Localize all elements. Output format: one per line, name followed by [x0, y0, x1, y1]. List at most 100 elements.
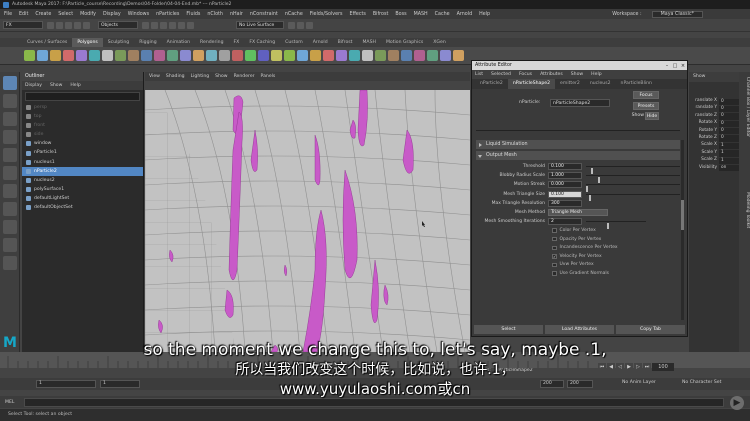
- menu-create[interactable]: Create: [35, 12, 51, 17]
- shelf-tool-icon[interactable]: [349, 50, 360, 61]
- shelf-tab-xgen[interactable]: XGen: [428, 38, 450, 47]
- channel-value[interactable]: 1: [719, 157, 739, 165]
- shelf-tab-rigging[interactable]: Rigging: [134, 38, 161, 47]
- channel-box-show-menu[interactable]: Show: [689, 72, 739, 82]
- outliner-layout-icon[interactable]: [3, 238, 17, 252]
- channel-value[interactable]: 1: [719, 142, 739, 150]
- lasso-tool-icon[interactable]: [3, 94, 17, 108]
- checkbox-velocity-per-vertex[interactable]: ✓: [552, 254, 557, 259]
- open-scene-icon[interactable]: [56, 21, 63, 29]
- shelf-tool-icon[interactable]: [258, 50, 269, 61]
- character-set-dropdown[interactable]: No Character Set: [680, 380, 742, 388]
- threshold-field[interactable]: 0.100: [548, 163, 582, 171]
- outliner-item-side[interactable]: side: [22, 130, 143, 139]
- snap-grid-icon[interactable]: [169, 21, 176, 29]
- shelf-tab-fx-caching[interactable]: FX Caching: [244, 38, 280, 47]
- rotate-tool-icon[interactable]: [3, 148, 17, 162]
- channel-box-tab[interactable]: Channel Box / Layer Editor: [745, 77, 750, 137]
- presets-button[interactable]: Presets: [633, 102, 659, 110]
- shelf-tool-icon[interactable]: [50, 50, 61, 61]
- workspace-selector[interactable]: Workspace : Maya Classic*: [612, 10, 710, 18]
- shelf-tool-icon[interactable]: [206, 50, 217, 61]
- shelf-tool-icon[interactable]: [180, 50, 191, 61]
- select-hierarchy-icon[interactable]: [142, 21, 149, 29]
- menu-set-dropdown[interactable]: FX: [3, 21, 43, 29]
- mel-input[interactable]: [24, 397, 724, 407]
- shelf-tab-mash[interactable]: MASH: [357, 38, 380, 47]
- channel-row-scale-x[interactable]: Scale X1: [689, 142, 739, 150]
- ae-tab-emitter2[interactable]: emitter2: [555, 79, 585, 89]
- section-liquid-simulation[interactable]: Liquid Simulation: [476, 140, 680, 149]
- hide-button[interactable]: Hide: [645, 112, 659, 120]
- menu-fluids[interactable]: Fluids: [186, 12, 200, 17]
- shelf-tool-icon[interactable]: [388, 50, 399, 61]
- play-backward-icon[interactable]: ◁: [616, 363, 624, 371]
- threshold-slider[interactable]: [586, 166, 680, 174]
- attribute-scrollbar[interactable]: [681, 140, 684, 320]
- graph-layout-icon[interactable]: [3, 256, 17, 270]
- start-frame-field[interactable]: 1: [36, 380, 96, 388]
- paint-select-icon[interactable]: [3, 112, 17, 126]
- single-view-icon[interactable]: [3, 202, 17, 216]
- select-object-icon[interactable]: [151, 21, 158, 29]
- menu-modify[interactable]: Modify: [80, 12, 96, 17]
- menu-boss[interactable]: Boss: [395, 12, 406, 17]
- shelf-tab-motion-graphics[interactable]: Motion Graphics: [381, 38, 428, 47]
- shelf-tool-icon[interactable]: [102, 50, 113, 61]
- channel-row-rotate-x[interactable]: Rotate X0: [689, 120, 739, 128]
- step-forward-icon[interactable]: ▷: [634, 363, 642, 371]
- mesh-smoothing-slider[interactable]: [586, 221, 646, 229]
- copy-tab-button[interactable]: Copy Tab: [616, 325, 685, 334]
- side-tabs-text[interactable]: Channel Box / Layer Editor Modeling Tool…: [739, 72, 750, 352]
- checkbox-incandescence-per-vertex[interactable]: [552, 245, 557, 251]
- focus-button[interactable]: Focus: [633, 91, 659, 99]
- shelf-tool-icon[interactable]: [453, 50, 464, 61]
- ae-tab-nparticleblinn[interactable]: nParticleBlinn: [616, 79, 657, 89]
- menu-bifrost[interactable]: Bifrost: [373, 12, 389, 17]
- blobby-radius-field[interactable]: 1.000: [548, 172, 582, 180]
- ae-menu-list[interactable]: List: [475, 70, 483, 79]
- scrollbar-thumb[interactable]: [681, 200, 684, 230]
- viewport-menu-view[interactable]: View: [149, 72, 160, 81]
- menu-cache[interactable]: Cache: [435, 12, 450, 17]
- load-attributes-button[interactable]: Load Attributes: [545, 325, 614, 334]
- modeling-toolkit-tab[interactable]: Modeling Toolkit: [745, 192, 750, 228]
- ae-menu-show[interactable]: Show: [571, 70, 583, 79]
- viewport-menu-panels[interactable]: Panels: [261, 72, 276, 81]
- checkbox-use-gradient-normals[interactable]: [552, 271, 557, 276]
- shelf-tab-bifrost[interactable]: Bifrost: [333, 38, 358, 47]
- snap-curve-icon[interactable]: [178, 21, 185, 29]
- outliner-menu-display[interactable]: Display: [25, 81, 42, 90]
- shelf-tab-rendering[interactable]: Rendering: [195, 38, 228, 47]
- ae-menu-focus[interactable]: Focus: [519, 70, 532, 79]
- shelf-tool-icon[interactable]: [128, 50, 139, 61]
- mesh-smoothing-field[interactable]: 2: [548, 218, 582, 226]
- workspace-dropdown[interactable]: Maya Classic*: [651, 10, 703, 18]
- shelf-tool-icon[interactable]: [245, 50, 256, 61]
- outliner-search-input[interactable]: [25, 92, 140, 101]
- channel-value[interactable]: 0: [719, 113, 739, 120]
- redo-icon[interactable]: [83, 21, 90, 29]
- ae-menu-attributes[interactable]: Attributes: [540, 70, 563, 79]
- shelf-tab-polygons[interactable]: Polygons: [72, 38, 103, 47]
- snap-point-icon[interactable]: [187, 21, 194, 29]
- ae-menu-selected[interactable]: Selected: [491, 70, 511, 79]
- outliner-item-front[interactable]: front: [22, 121, 143, 130]
- outliner-item-nucleus1[interactable]: nucleus1: [22, 158, 143, 167]
- mel-label[interactable]: MEL: [0, 400, 24, 405]
- shelf-tool-icon[interactable]: [414, 50, 425, 61]
- four-view-icon[interactable]: [3, 220, 17, 234]
- shelf-tool-icon[interactable]: [440, 50, 451, 61]
- menu-edit[interactable]: Edit: [19, 12, 28, 17]
- menu-display[interactable]: Display: [103, 12, 121, 17]
- select-component-icon[interactable]: [160, 21, 167, 29]
- ae-tab-nparticleshape2[interactable]: nParticleShape2: [507, 79, 556, 89]
- viewport-canvas[interactable]: [145, 90, 470, 352]
- shelf-tool-icon[interactable]: [271, 50, 282, 61]
- blobby-radius-slider[interactable]: [586, 175, 680, 183]
- ae-tab-nucleus2[interactable]: nucleus2: [585, 79, 616, 89]
- attribute-scroll-area[interactable]: Liquid Simulation Output Mesh Threshold …: [476, 140, 680, 320]
- shelf-tool-icon[interactable]: [336, 50, 347, 61]
- mesh-triangle-size-field[interactable]: 0.100: [548, 190, 582, 198]
- menu-nparticles[interactable]: nParticles: [156, 12, 179, 17]
